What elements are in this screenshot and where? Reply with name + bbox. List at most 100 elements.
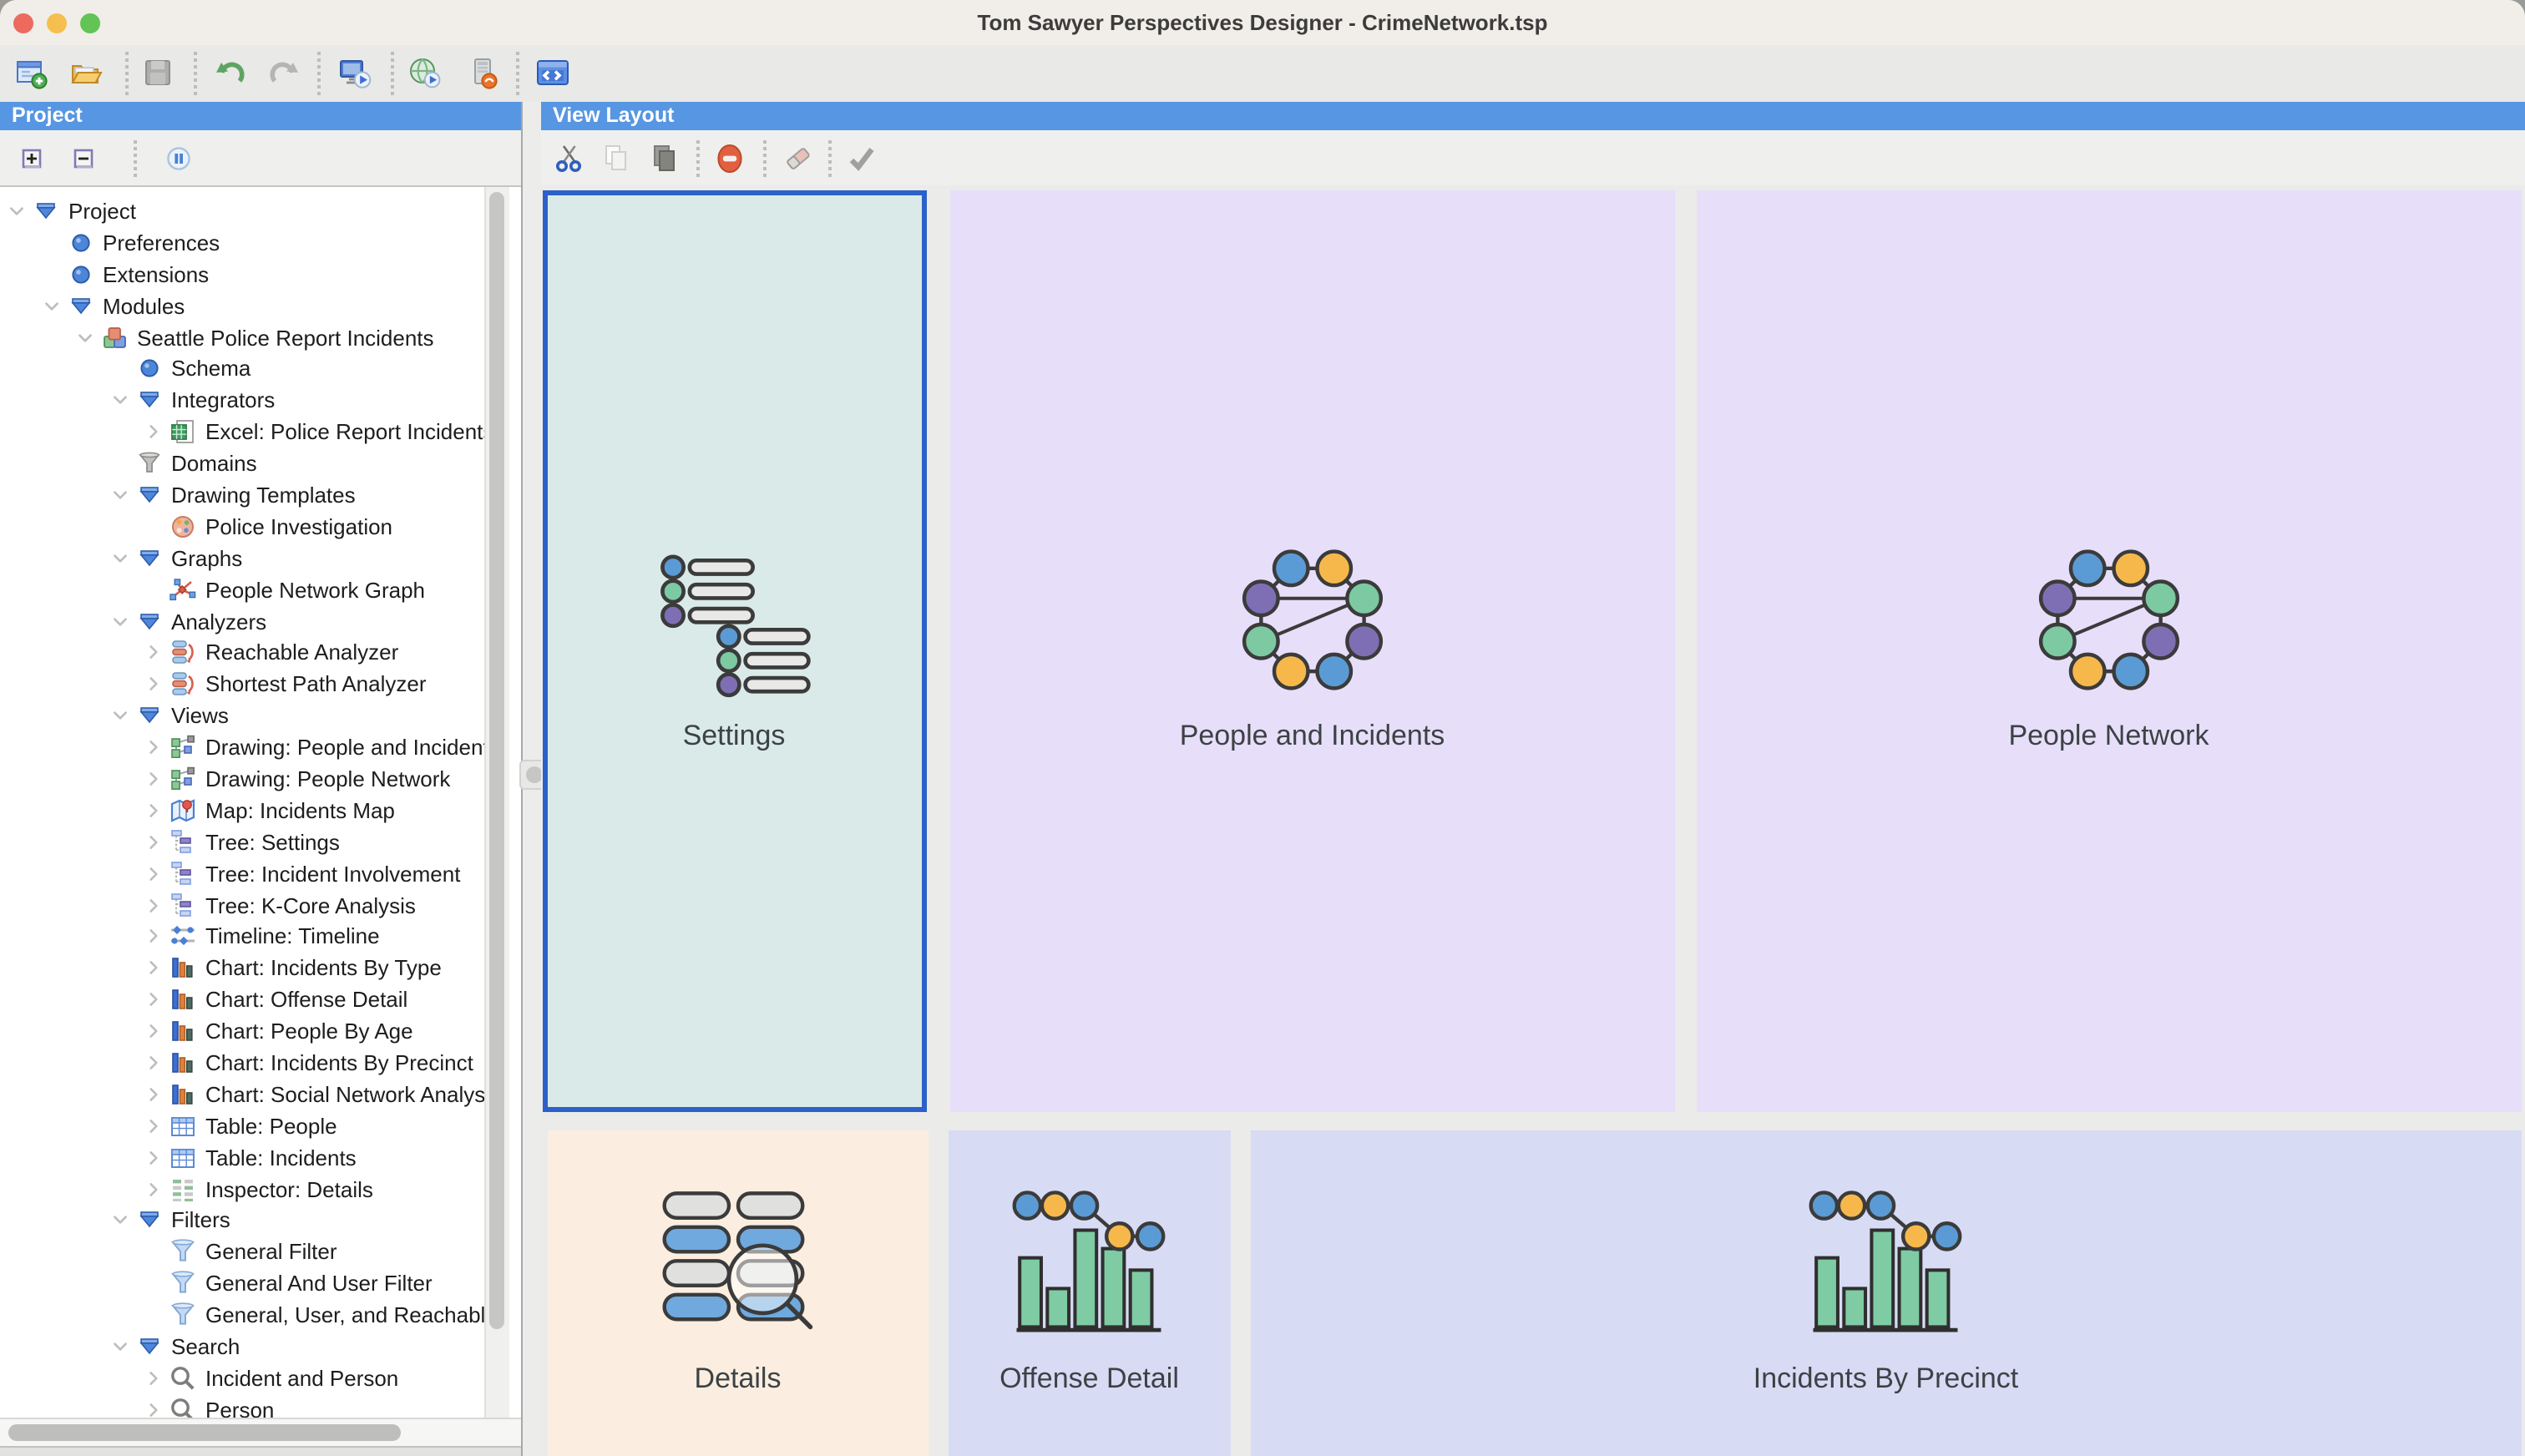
- tree-item[interactable]: Table: Incidents: [0, 1141, 486, 1173]
- open-project-button[interactable]: [70, 57, 104, 90]
- panel-splitter[interactable]: [524, 102, 541, 1456]
- view-editor-button[interactable]: [536, 57, 569, 90]
- tree-item[interactable]: Drawing: People Network: [0, 763, 486, 795]
- tree-item[interactable]: Tree: Incident Involvement: [0, 857, 486, 889]
- new-project-button[interactable]: [15, 57, 48, 90]
- chevron-down-icon[interactable]: [108, 387, 131, 415]
- chevron-right-icon[interactable]: [142, 985, 165, 1014]
- tree-item[interactable]: Map: Incidents Map: [0, 795, 486, 827]
- tree-item[interactable]: Chart: Offense Detail: [0, 984, 486, 1016]
- chevron-right-icon[interactable]: [142, 1049, 165, 1077]
- chevron-right-icon[interactable]: [142, 733, 165, 761]
- tree-item[interactable]: Filters: [0, 1205, 486, 1236]
- undo-button[interactable]: [214, 57, 247, 90]
- tree-item[interactable]: People Network Graph: [0, 574, 486, 605]
- chevron-right-icon[interactable]: [142, 1080, 165, 1109]
- chevron-right-icon[interactable]: [142, 1143, 165, 1171]
- tree-item[interactable]: Graphs: [0, 543, 486, 574]
- tile-label: Settings: [683, 720, 786, 754]
- tree-item[interactable]: Reachable Analyzer: [0, 637, 486, 669]
- chevron-right-icon[interactable]: [142, 923, 165, 951]
- tree-item[interactable]: Preferences: [0, 227, 486, 259]
- run-server-button[interactable]: [465, 57, 498, 90]
- tree-horizontal-scrollbar[interactable]: [0, 1418, 521, 1448]
- chevron-down-icon[interactable]: [108, 607, 131, 635]
- tree-item[interactable]: Extensions: [0, 259, 486, 291]
- chevron-right-icon[interactable]: [142, 670, 165, 699]
- chevron-right-icon[interactable]: [142, 1175, 165, 1203]
- chevron-down-icon[interactable]: [73, 323, 97, 351]
- tile-offense-detail[interactable]: Offense Detail: [949, 1130, 1230, 1456]
- tree-vertical-scrollbar[interactable]: [484, 187, 509, 1419]
- chevron-down-icon[interactable]: [108, 1206, 131, 1235]
- chevron-right-icon[interactable]: [142, 891, 165, 919]
- tree-item[interactable]: Timeline: Timeline: [0, 921, 486, 953]
- tree-item[interactable]: Tree: Settings: [0, 827, 486, 858]
- save-button[interactable]: [141, 57, 175, 90]
- run-application-button[interactable]: [338, 57, 372, 90]
- tile-details[interactable]: Details: [547, 1130, 929, 1456]
- tree-item[interactable]: Incident and Person: [0, 1362, 486, 1394]
- tree-item[interactable]: Chart: People By Age: [0, 1015, 486, 1047]
- chevron-down-icon[interactable]: [108, 481, 131, 509]
- tile-people-network[interactable]: People Network: [1696, 190, 2522, 1111]
- tree-item[interactable]: Police Investigation: [0, 511, 486, 543]
- tree-item[interactable]: Domains: [0, 447, 486, 479]
- tree-item[interactable]: Person: [0, 1394, 486, 1419]
- project-panel-title: Project: [12, 104, 83, 127]
- tree-item[interactable]: Chart: Incidents By Precinct: [0, 1047, 486, 1079]
- tile-people-and-incidents[interactable]: People and Incidents: [949, 190, 1675, 1111]
- chevron-right-icon[interactable]: [142, 796, 165, 825]
- apply-button[interactable]: [846, 142, 878, 174]
- erase-button[interactable]: [782, 142, 814, 174]
- chevron-right-icon[interactable]: [142, 1396, 165, 1419]
- horizontal-scroll-thumb[interactable]: [8, 1424, 401, 1441]
- chevron-right-icon[interactable]: [142, 859, 165, 887]
- chevron-right-icon[interactable]: [142, 1017, 165, 1045]
- tree-item[interactable]: General Filter: [0, 1236, 486, 1268]
- tree-item[interactable]: Excel: Police Report Incidents: [0, 416, 486, 447]
- vertical-scroll-thumb[interactable]: [489, 192, 504, 1329]
- chevron-right-icon[interactable]: [142, 1364, 165, 1393]
- chevron-right-icon[interactable]: [142, 765, 165, 793]
- copy-button[interactable]: [600, 142, 632, 174]
- chevron-right-icon[interactable]: [142, 954, 165, 983]
- pause-updates-button[interactable]: [166, 145, 191, 170]
- chevron-right-icon[interactable]: [142, 828, 165, 857]
- tile-incidents-by-precinct[interactable]: Incidents By Precinct: [1250, 1130, 2522, 1456]
- chevron-down-icon[interactable]: [5, 197, 28, 225]
- tree-item[interactable]: Drawing: People and Incidents: [0, 731, 486, 763]
- cut-button[interactable]: [554, 142, 585, 174]
- chevron-down-icon[interactable]: [108, 701, 131, 730]
- redo-button[interactable]: [266, 57, 300, 90]
- tree-item[interactable]: Modules: [0, 290, 486, 321]
- tree-item[interactable]: Search: [0, 1331, 486, 1362]
- tree-item[interactable]: Analyzers: [0, 605, 486, 637]
- tree-item[interactable]: Tree: K-Core Analysis: [0, 889, 486, 921]
- chevron-right-icon[interactable]: [142, 639, 165, 667]
- tree-item[interactable]: Integrators: [0, 385, 486, 417]
- tree-item[interactable]: Chart: Social Network Analysis: [0, 1079, 486, 1110]
- tree-item[interactable]: Shortest Path Analyzer: [0, 669, 486, 700]
- tree-item[interactable]: Inspector: Details: [0, 1173, 486, 1205]
- tree-item[interactable]: Drawing Templates: [0, 479, 486, 511]
- run-web-button[interactable]: [408, 57, 442, 90]
- chevron-down-icon[interactable]: [108, 1332, 131, 1361]
- tree-item[interactable]: General And User Filter: [0, 1268, 486, 1300]
- tree-item[interactable]: Views: [0, 700, 486, 732]
- tree-item[interactable]: General, User, and Reachable: [0, 1299, 486, 1331]
- tree-item[interactable]: Table: People: [0, 1110, 486, 1142]
- tree-item[interactable]: Schema: [0, 353, 486, 385]
- chevron-down-icon[interactable]: [39, 291, 63, 320]
- paste-button[interactable]: [649, 142, 681, 174]
- chevron-right-icon[interactable]: [142, 417, 165, 446]
- tree-item[interactable]: Project: [0, 195, 486, 227]
- chevron-right-icon[interactable]: [142, 1112, 165, 1140]
- tile-settings[interactable]: Settings: [542, 190, 926, 1111]
- delete-button[interactable]: [714, 142, 746, 174]
- expand-all-button[interactable]: [19, 145, 44, 170]
- collapse-all-button[interactable]: [71, 145, 96, 170]
- chevron-down-icon[interactable]: [108, 543, 131, 572]
- tree-item[interactable]: Chart: Incidents By Type: [0, 953, 486, 984]
- tree-item[interactable]: Seattle Police Report Incidents: [0, 321, 486, 353]
